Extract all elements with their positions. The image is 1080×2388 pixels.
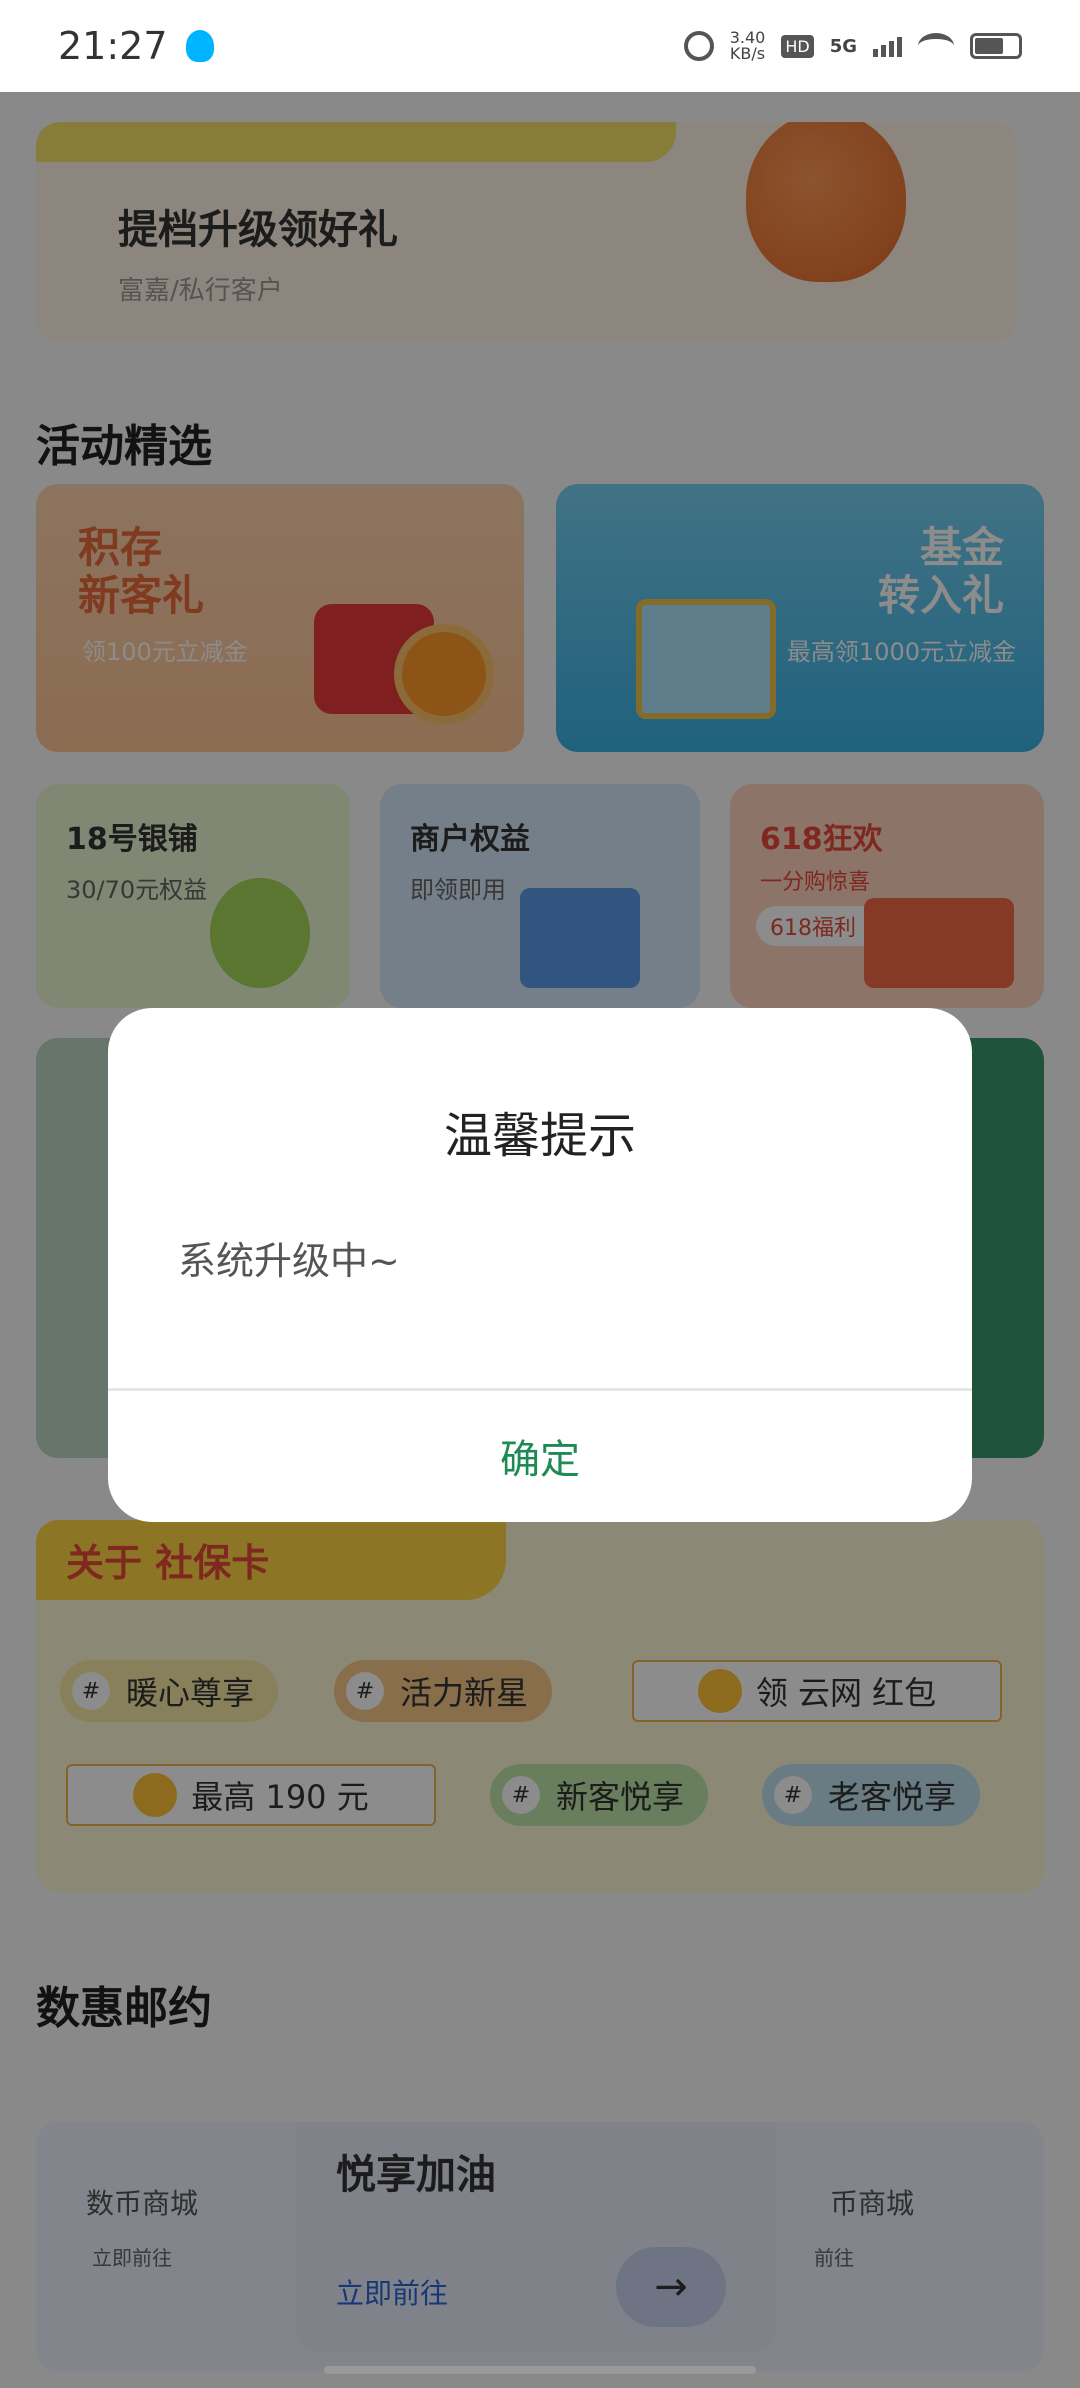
dialog-title: 温馨提示 xyxy=(443,1108,636,1164)
qq-notify-icon xyxy=(185,30,214,62)
hd-icon: HD xyxy=(781,34,814,58)
confirm-button[interactable]: 确定 xyxy=(108,1389,972,1522)
battery-icon xyxy=(970,33,1022,59)
signal-icon xyxy=(873,35,902,57)
app-screen: 21:27 3.40 KB/s HD 5G 提档升级领好礼 富嘉/私行客户 活动… xyxy=(0,0,1080,2388)
status-bar: 21:27 3.40 KB/s HD 5G xyxy=(0,0,1080,92)
network-label: 5G xyxy=(829,35,857,57)
home-indicator[interactable] xyxy=(324,2366,756,2374)
wifi-icon xyxy=(918,33,954,59)
alert-dialog: 温馨提示 系统升级中~ 确定 xyxy=(108,1008,972,1522)
status-time: 21:27 xyxy=(58,24,168,68)
alarm-icon xyxy=(683,31,714,61)
dialog-message: 系统升级中~ xyxy=(178,1239,400,1283)
network-speed: 3.40 KB/s xyxy=(729,28,766,63)
